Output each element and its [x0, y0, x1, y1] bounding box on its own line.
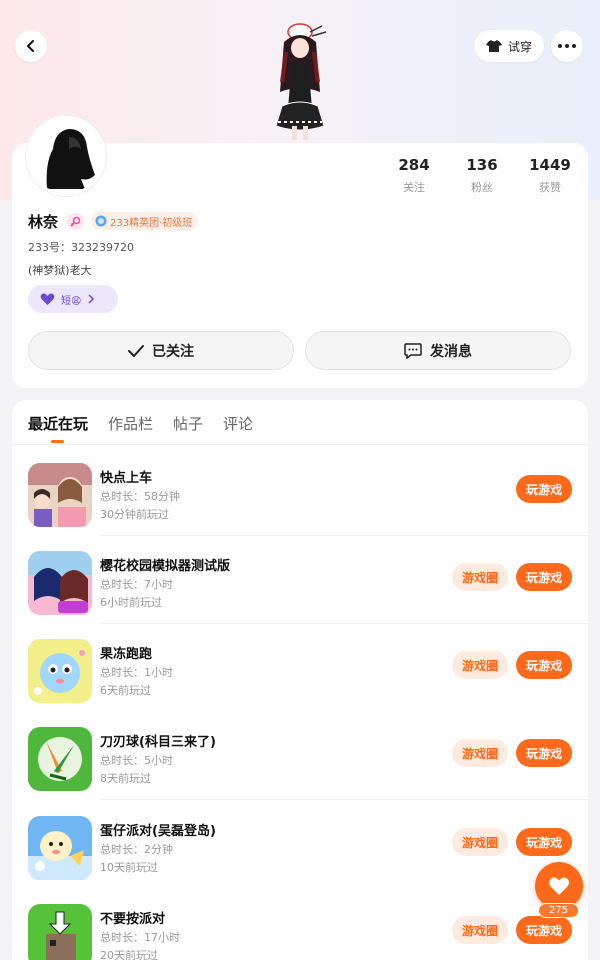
- play-game-button[interactable]: 玩游戏: [516, 651, 572, 679]
- tag-chip-label: 短😩: [61, 295, 82, 307]
- row-divider: [100, 799, 588, 800]
- game-last-played: 20天前玩过: [100, 949, 158, 960]
- level-crest-icon: [95, 215, 107, 227]
- like-count-badge: 275: [538, 903, 579, 918]
- game-last-played: 8天前玩过: [100, 772, 151, 785]
- stat-following-label: 关注: [403, 181, 425, 194]
- game-circle-button[interactable]: 游戏圈: [452, 563, 508, 591]
- game-circle-button[interactable]: 游戏圈: [452, 651, 508, 679]
- tag-chip[interactable]: 短😩: [28, 285, 118, 313]
- tabs-divider: [12, 444, 588, 445]
- uid-line: 233号：323239720: [28, 241, 134, 254]
- username: 林奈: [28, 213, 59, 231]
- game-icon-dont-press: [28, 904, 92, 960]
- game-duration: 总时长：2分钟: [100, 843, 173, 856]
- female-gender-icon: [67, 213, 84, 230]
- message-button[interactable]: 发消息: [305, 331, 571, 370]
- game-title: 樱花校园模拟器测试版: [100, 559, 231, 574]
- stat-following-value: 284: [398, 156, 430, 174]
- shirt-icon: [485, 40, 502, 52]
- game-icon-sakura-school: [28, 551, 92, 615]
- follow-button-label: 已关注: [152, 343, 194, 360]
- game-circle-button[interactable]: 游戏圈: [452, 828, 508, 856]
- try-on-button[interactable]: 试穿: [474, 30, 544, 62]
- back-button[interactable]: [15, 30, 47, 62]
- chat-bubble-icon: [404, 342, 422, 359]
- play-game-button[interactable]: 玩游戏: [516, 916, 572, 944]
- message-button-label: 发消息: [430, 343, 472, 360]
- game-icon-eggy-party: [28, 816, 92, 880]
- game-title: 蛋仔派对(吴磊登岛): [100, 824, 216, 839]
- game-icon-blade-ball: [28, 727, 92, 791]
- heart-icon: [549, 877, 569, 895]
- game-circle-button[interactable]: 游戏圈: [452, 739, 508, 767]
- try-on-label: 试穿: [507, 39, 532, 54]
- game-duration: 总时长：1小时: [100, 666, 173, 679]
- game-row[interactable]: 刀刃球(科目三来了) 总时长：5小时 8天前玩过 游戏圈 玩游戏: [12, 712, 588, 800]
- game-duration: 总时长：58分钟: [100, 490, 180, 503]
- play-game-button[interactable]: 玩游戏: [516, 739, 572, 767]
- game-last-played: 6天前玩过: [100, 684, 151, 697]
- game-icon-jelly-run: [28, 639, 92, 703]
- play-game-button[interactable]: 玩游戏: [516, 563, 572, 591]
- game-last-played: 6小时前玩过: [100, 596, 162, 609]
- stat-fans-value: 136: [466, 156, 498, 174]
- avatar-silhouette-icon: [29, 119, 103, 193]
- active-tab-indicator: [51, 440, 64, 443]
- game-title: 刀刃球(科目三来了): [100, 735, 216, 750]
- level-badge[interactable]: 233精英团·初级班: [91, 212, 199, 230]
- stat-likes-label: 获赞: [539, 181, 561, 194]
- level-badge-label: 233精英团·初级班: [110, 217, 193, 229]
- game-duration: 总时长：7小时: [100, 578, 173, 591]
- game-circle-button[interactable]: 游戏圈: [452, 916, 508, 944]
- check-icon: [128, 344, 144, 357]
- stat-fans-label: 粉丝: [471, 181, 493, 194]
- bio: (神梦狱)老大: [28, 264, 92, 277]
- more-dots-icon: [558, 44, 576, 48]
- avatar[interactable]: [26, 116, 106, 196]
- game-last-played: 10天前玩过: [100, 861, 158, 874]
- tab-posts[interactable]: 帖子: [173, 413, 203, 435]
- game-title: 果冻跑跑: [100, 647, 153, 662]
- follow-button[interactable]: 已关注: [28, 331, 294, 370]
- game-last-played: 30分钟前玩过: [100, 508, 169, 521]
- game-row[interactable]: 快点上车 总时长：58分钟 30分钟前玩过 玩游戏: [12, 448, 588, 536]
- game-title: 快点上车: [100, 471, 153, 486]
- game-row[interactable]: 果冻跑跑 总时长：1小时 6天前玩过 游戏圈 玩游戏: [12, 624, 588, 712]
- tab-comments[interactable]: 评论: [223, 413, 253, 435]
- stat-likes-value: 1449: [529, 156, 571, 174]
- stat-following[interactable]: 284 关注: [379, 156, 449, 195]
- game-title: 不要按派对: [100, 912, 166, 927]
- game-icon-kuaidian: [28, 463, 92, 527]
- more-button[interactable]: [551, 30, 583, 62]
- game-row[interactable]: 不要按派对 总时长：17小时 20天前玩过 游戏圈 玩游戏: [12, 889, 588, 960]
- game-row[interactable]: 樱花校园模拟器测试版 总时长：7小时 6小时前玩过 游戏圈 玩游戏: [12, 536, 588, 624]
- profile-tabs: 最近在玩 作品栏 帖子 评论: [28, 413, 253, 435]
- purple-heart-icon: [40, 293, 55, 305]
- play-game-button[interactable]: 玩游戏: [516, 475, 572, 503]
- chevron-right-icon: [88, 294, 95, 304]
- tab-works[interactable]: 作品栏: [108, 413, 153, 435]
- avatar-character-figure: [275, 23, 327, 140]
- play-game-button[interactable]: 玩游戏: [516, 828, 572, 856]
- stat-likes[interactable]: 1449 获赞: [515, 156, 585, 195]
- tab-recent-games[interactable]: 最近在玩: [28, 413, 88, 435]
- game-row[interactable]: 蛋仔派对(吴磊登岛) 总时长：2分钟 10天前玩过 游戏圈 玩游戏: [12, 801, 588, 889]
- game-duration: 总时长：5小时: [100, 754, 173, 767]
- game-duration: 总时长：17小时: [100, 931, 180, 944]
- chevron-left-icon: [27, 40, 34, 52]
- stat-fans[interactable]: 136 粉丝: [447, 156, 517, 195]
